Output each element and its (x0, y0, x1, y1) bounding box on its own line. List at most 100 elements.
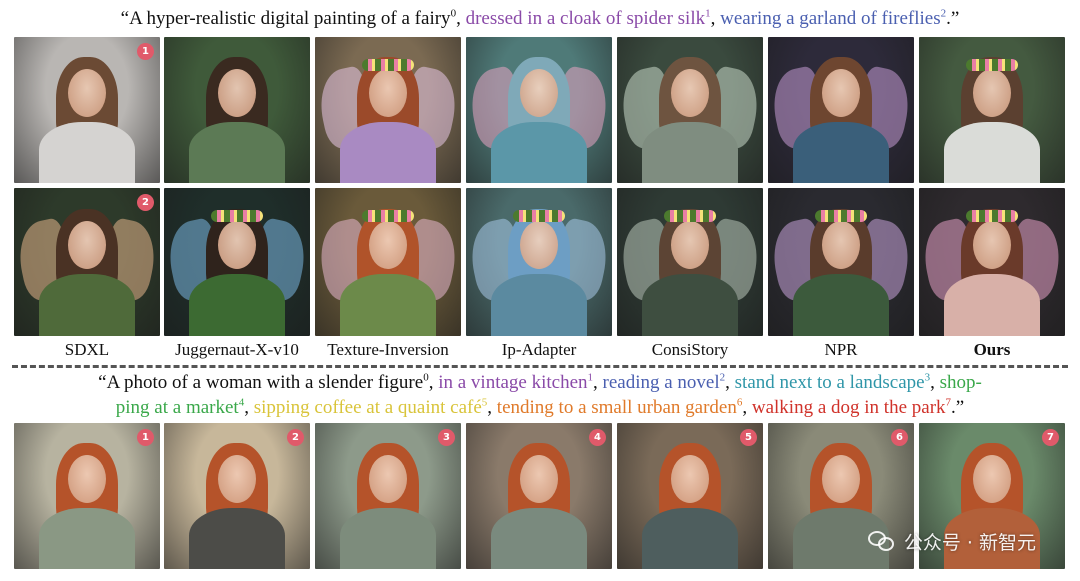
index-badge: 7 (1042, 429, 1059, 446)
fairy-row-1-image (164, 37, 310, 183)
fairy-row-2-image (315, 188, 461, 336)
face-shape (369, 455, 407, 504)
top-caption-segment: , (456, 8, 466, 29)
face-shape (68, 455, 106, 504)
face-shape (671, 455, 709, 504)
fairy-row-1-image (466, 37, 612, 183)
fairy-row-2-image (768, 188, 914, 336)
body-shape (491, 273, 587, 336)
method-label: Ours (973, 340, 1011, 359)
face-shape (218, 69, 256, 118)
woman-row-image: 5 (617, 423, 763, 569)
face-shape (68, 220, 106, 269)
index-badge: 5 (740, 429, 757, 446)
woman-row-image: 2 (164, 423, 310, 569)
index-badge: 1 (137, 43, 154, 60)
bottom-caption-segment: stand next to a landscape (734, 372, 925, 393)
body-shape (642, 507, 738, 569)
garland-shape (664, 210, 716, 223)
index-badge: 6 (891, 429, 908, 446)
bottom-caption-segment: reading a novel (602, 372, 720, 393)
top-caption-segment: .” (946, 8, 960, 29)
face-shape (671, 69, 709, 118)
fairy-row-1-image: 1 (14, 37, 160, 183)
face-shape (973, 455, 1011, 504)
top-prompt-caption: “A hyper-realistic digital painting of a… (0, 8, 1080, 30)
face-shape (520, 220, 558, 269)
bottom-caption-segment: , (725, 372, 735, 393)
body-shape (944, 273, 1040, 336)
face-shape (671, 220, 709, 269)
body-shape (189, 507, 285, 569)
method-label: Ip-Adapter (501, 340, 577, 359)
body-shape (944, 121, 1040, 183)
body-shape (340, 121, 436, 183)
bottom-caption-segment: , (930, 372, 940, 393)
garland-shape (362, 58, 414, 71)
woman-row-image: 1 (14, 423, 160, 569)
fairy-row-2-image (617, 188, 763, 336)
body-shape (189, 273, 285, 336)
face-shape (68, 69, 106, 118)
top-caption-segment: “A hyper-realistic digital painting of a… (120, 8, 451, 29)
body-shape (340, 507, 436, 569)
body-shape (39, 121, 135, 183)
face-shape (973, 220, 1011, 269)
top-caption-segment: wearing a garland of fireflies (720, 8, 941, 29)
wechat-icon (867, 530, 896, 553)
fairy-row-2-image: 2 (14, 188, 160, 336)
dashed-divider (12, 365, 1068, 368)
body-shape (189, 121, 285, 183)
body-shape (793, 121, 889, 183)
face-shape (822, 220, 860, 269)
bottom-caption-segment: ping at a market (115, 397, 239, 418)
index-badge: 1 (137, 429, 154, 446)
bottom-caption-segment: tending to a small urban garden (496, 397, 737, 418)
face-shape (520, 455, 558, 504)
garland-shape (966, 58, 1018, 71)
fairy-row-2-image (919, 188, 1065, 336)
top-caption-segment: dressed in a cloak of spider silk (465, 8, 706, 29)
face-shape (218, 220, 256, 269)
garland-shape (362, 210, 414, 223)
garland-shape (513, 210, 565, 223)
bottom-caption-segment: sipping coffee at a quaint café (253, 397, 482, 418)
body-shape (491, 507, 587, 569)
watermark-text: 公众号 · 新智元 (903, 532, 1036, 554)
body-shape (793, 273, 889, 336)
index-badge: 2 (287, 429, 304, 446)
woman-row-image: 4 (466, 423, 612, 569)
fairy-row-1-image (919, 37, 1065, 183)
bottom-caption-segment: , (593, 372, 603, 393)
body-shape (491, 121, 587, 183)
index-badge: 3 (438, 429, 455, 446)
face-shape (822, 455, 860, 504)
bottom-prompt-caption-line-1: “A photo of a woman with a slender figur… (0, 372, 1080, 394)
garland-shape (815, 210, 867, 223)
garland-shape (966, 210, 1018, 223)
body-shape (642, 273, 738, 336)
bottom-caption-segment: walking a dog in the park (751, 397, 946, 418)
method-label: Juggernaut-X-v10 (175, 340, 299, 359)
face-shape (369, 220, 407, 269)
body-shape (340, 273, 436, 336)
method-label: ConsiStory (651, 340, 729, 359)
fairy-row-1-image (768, 37, 914, 183)
fairy-row-2-image (466, 188, 612, 336)
face-shape (822, 69, 860, 118)
garland-shape (211, 210, 263, 223)
face-shape (973, 69, 1011, 118)
bottom-caption-segment: , (487, 397, 497, 418)
top-caption-segment: , (710, 8, 721, 29)
bottom-caption-segment: “A photo of a woman with a slender figur… (98, 372, 424, 393)
method-label: Texture-Inversion (327, 340, 449, 359)
index-badge: 4 (589, 429, 606, 446)
body-shape (39, 507, 135, 569)
body-shape (39, 273, 135, 336)
face-shape (520, 69, 558, 118)
face-shape (218, 455, 256, 504)
bottom-caption-segment: , (244, 397, 254, 418)
bottom-caption-segment: in a vintage kitchen (438, 372, 588, 393)
bottom-caption-segment: , (428, 372, 439, 393)
method-label: SDXL (64, 340, 110, 359)
